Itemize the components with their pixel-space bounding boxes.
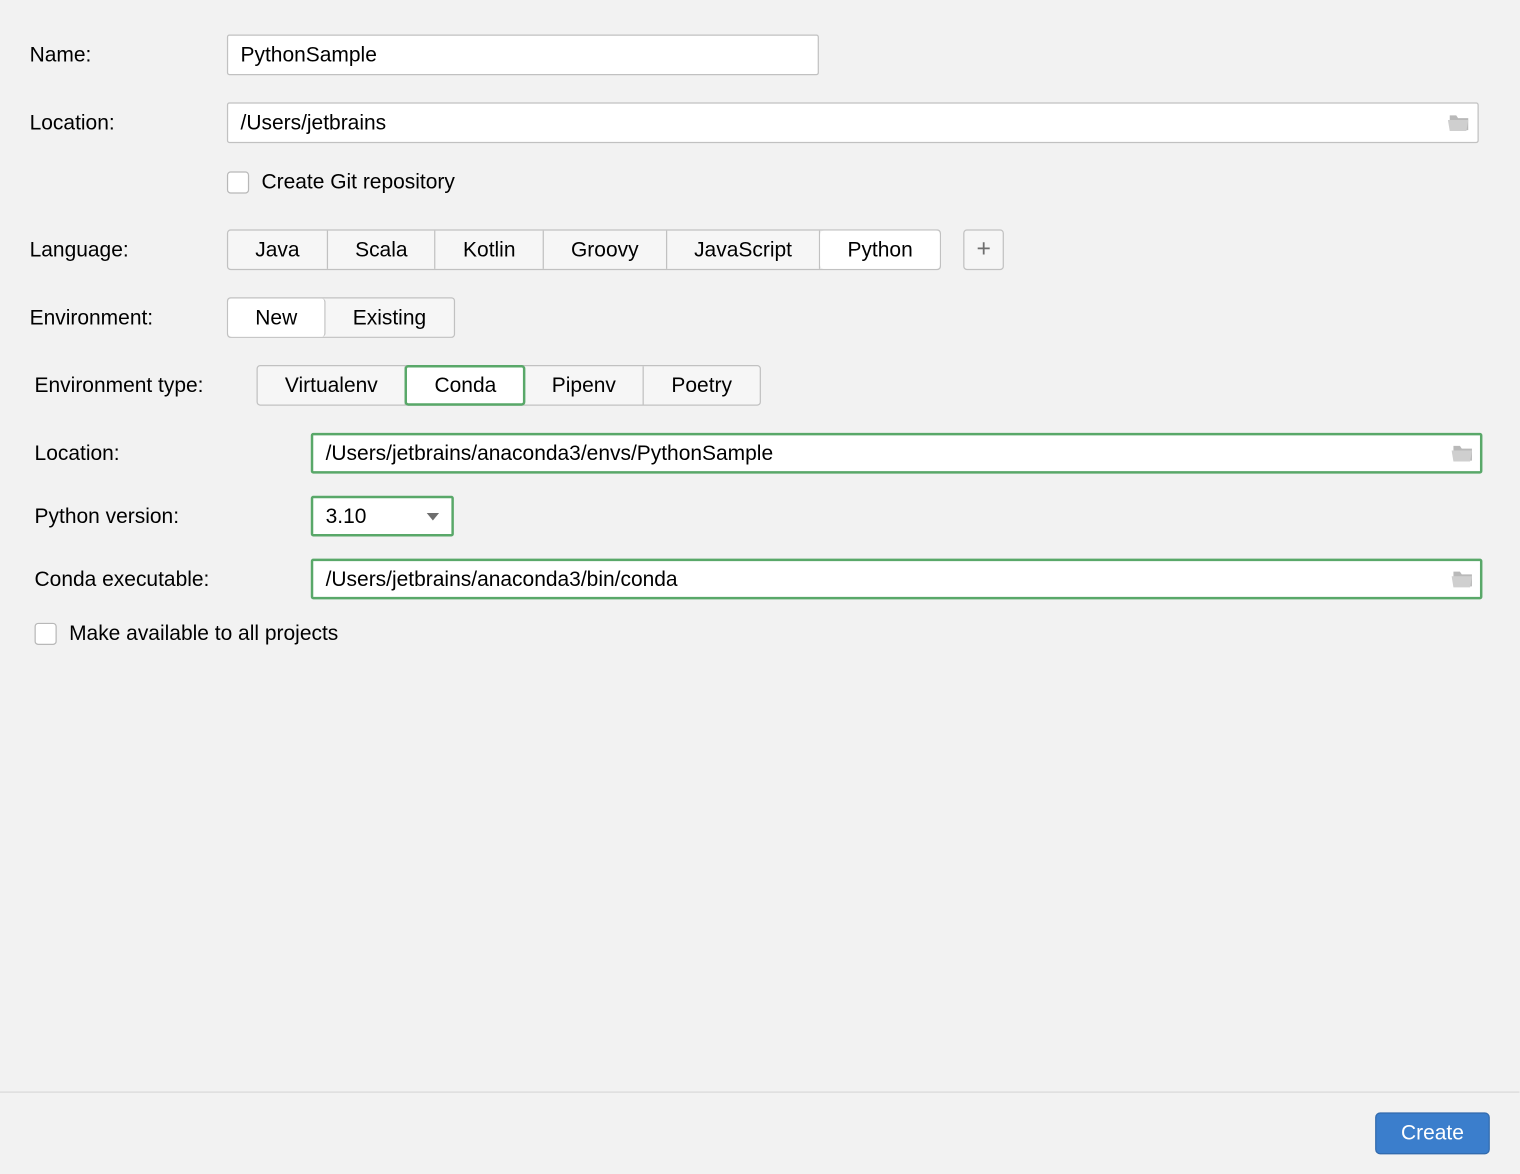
language-segmented: JavaScalaKotlinGroovyJavaScriptPython [227, 229, 941, 270]
location-input[interactable] [227, 102, 1479, 143]
conda-exec-label: Conda executable: [35, 567, 311, 592]
env-type-segmented: VirtualenvCondaPipenvPoetry [257, 365, 761, 406]
envtype-seg-item-virtualenv[interactable]: Virtualenv [258, 366, 406, 404]
environment-label: Environment: [30, 305, 227, 330]
browse-location-button[interactable] [1442, 105, 1477, 141]
envtype-seg-item-poetry[interactable]: Poetry [644, 366, 759, 404]
folder-icon [1452, 570, 1474, 588]
make-available-label: Make available to all projects [69, 622, 338, 647]
lang-seg-item-scala[interactable]: Scala [328, 231, 436, 269]
envtype-seg-item-pipenv[interactable]: Pipenv [525, 366, 645, 404]
location-label: Location: [30, 110, 227, 135]
python-version-label: Python version: [35, 504, 311, 529]
python-version-value: 3.10 [326, 504, 367, 529]
lang-seg-item-kotlin[interactable]: Kotlin [436, 231, 544, 269]
browse-conda-exec-button[interactable] [1445, 561, 1480, 597]
folder-icon [1452, 444, 1474, 462]
chevron-down-icon [427, 512, 439, 519]
envtype-seg-item-conda[interactable]: Conda [405, 365, 526, 406]
environment-segmented: NewExisting [227, 297, 455, 338]
env-seg-item-new[interactable]: New [228, 298, 325, 336]
folder-icon [1448, 113, 1470, 131]
env-type-label: Environment type: [35, 373, 257, 398]
lang-seg-item-javascript[interactable]: JavaScript [667, 231, 820, 269]
conda-exec-input[interactable] [311, 559, 1483, 600]
lang-seg-item-java[interactable]: Java [228, 231, 328, 269]
browse-env-location-button[interactable] [1445, 435, 1480, 471]
lang-seg-item-groovy[interactable]: Groovy [544, 231, 667, 269]
python-version-select[interactable]: 3.10 [311, 496, 454, 537]
create-git-checkbox[interactable] [227, 171, 249, 193]
name-input[interactable] [227, 35, 819, 76]
add-language-button[interactable]: + [963, 229, 1004, 270]
make-available-checkbox[interactable] [35, 623, 57, 645]
language-label: Language: [30, 237, 227, 262]
lang-seg-item-python[interactable]: Python [820, 231, 940, 269]
env-seg-item-existing[interactable]: Existing [326, 298, 454, 336]
create-git-label: Create Git repository [261, 170, 454, 195]
create-button[interactable]: Create [1375, 1112, 1490, 1154]
dialog-footer: Create [0, 1091, 1519, 1174]
env-location-input[interactable] [311, 433, 1483, 474]
env-location-label: Location: [35, 441, 311, 466]
name-label: Name: [30, 43, 227, 68]
